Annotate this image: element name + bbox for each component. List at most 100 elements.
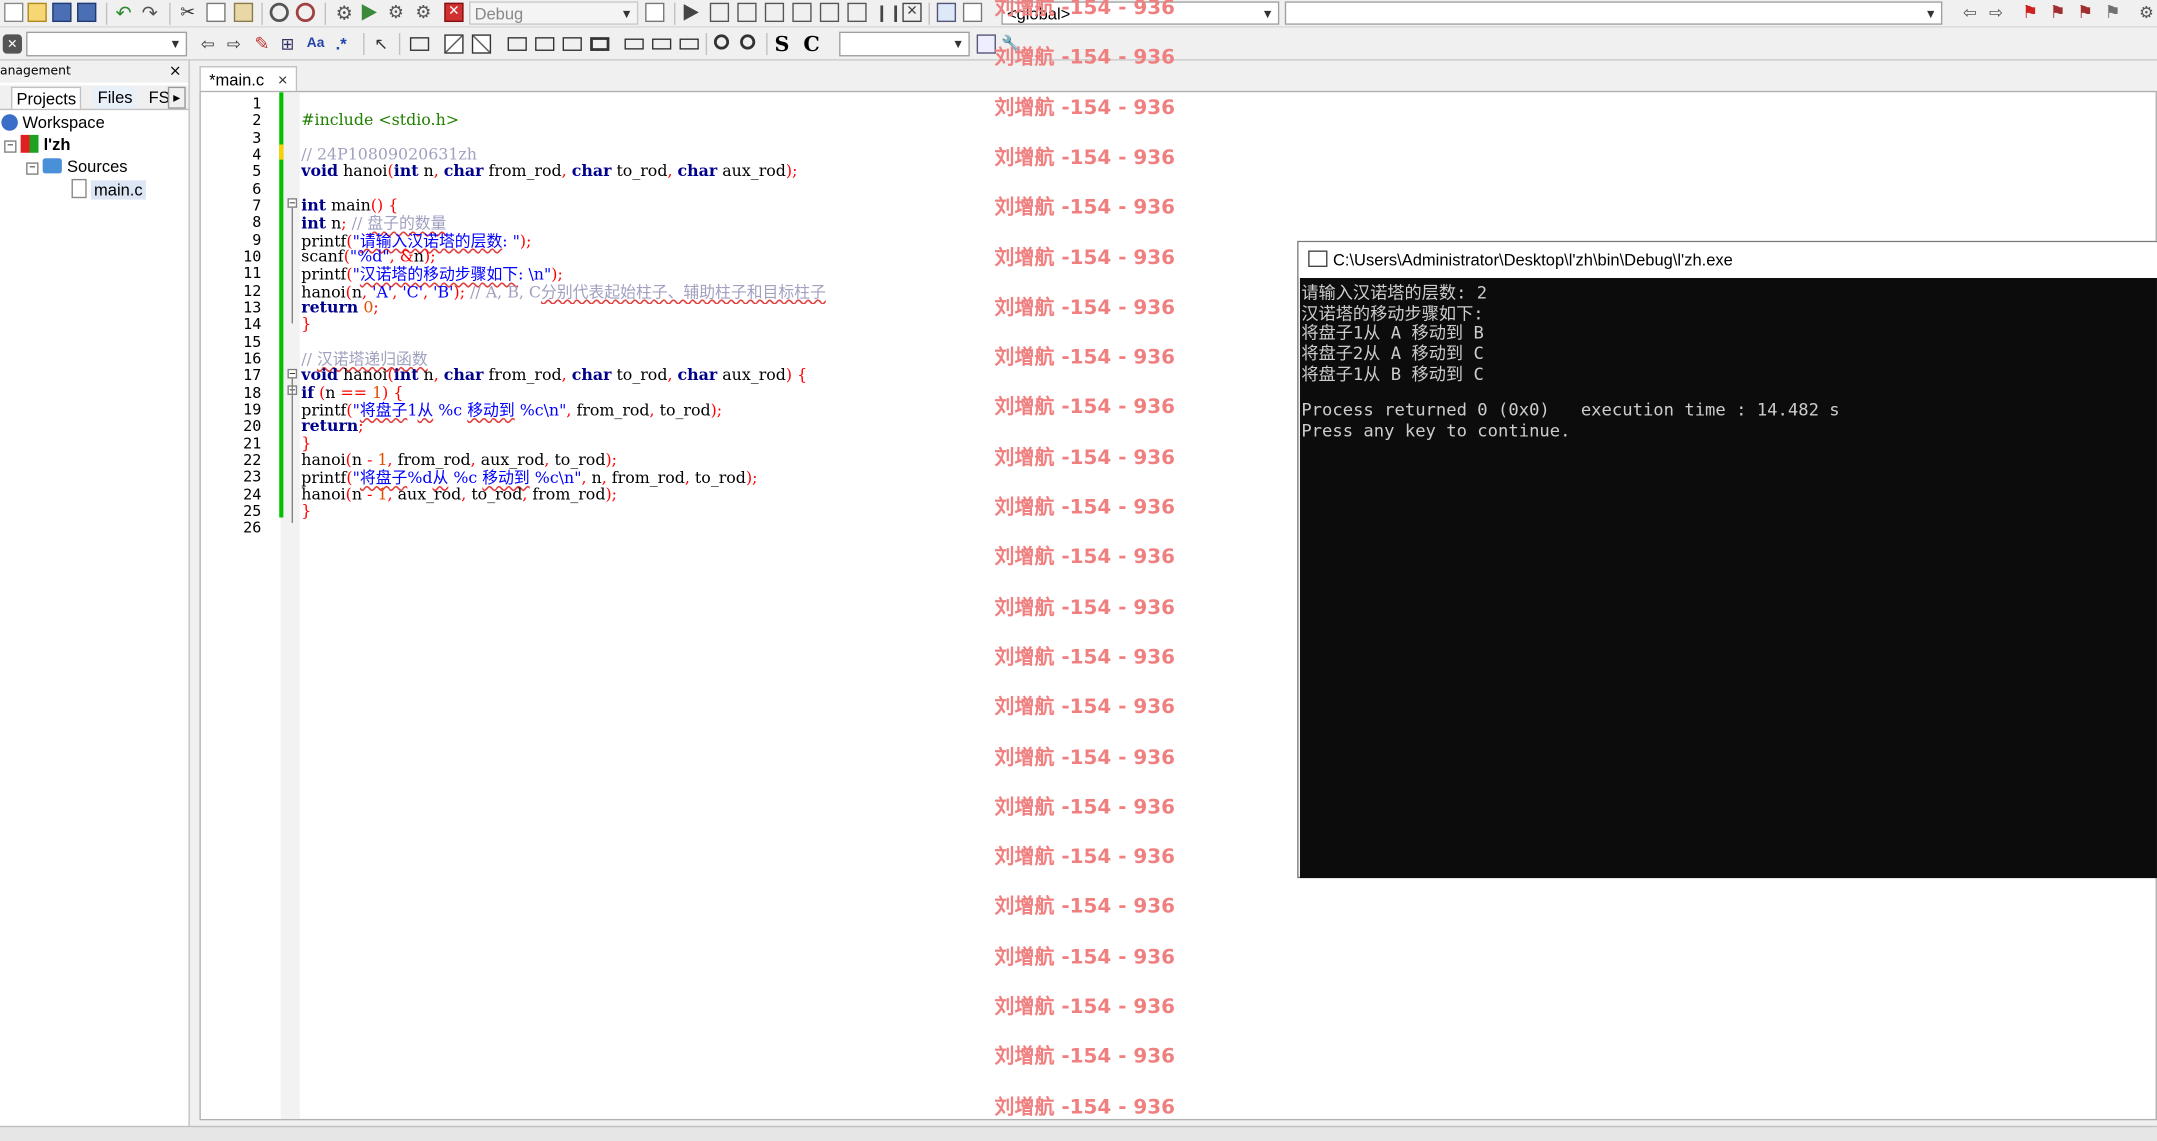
fold-main-icon[interactable]: − [287,197,298,209]
switch-icon[interactable] [471,34,492,54]
stop-debugger-icon[interactable]: ✕ [902,2,922,23]
console-line: Process returned 0 (0x0) execution time … [1301,399,1840,421]
line-number: 22 [243,451,262,470]
function-combo[interactable]: ▼ [1284,1,1943,25]
tab-projects[interactable]: Projects [11,86,82,109]
watermark-text: 刘增航 -154 - 936 [994,446,1176,469]
clear-search-icon[interactable]: ✕ [2,34,23,54]
search-combo[interactable]: ▼ [26,31,188,57]
debug-continue-icon[interactable] [683,4,699,21]
c-button[interactable]: C [803,34,822,55]
build-target-combo[interactable]: Debug ▼ [469,1,639,25]
find-previous-icon[interactable]: ⇦ [201,34,220,53]
line-number: 16 [243,349,262,368]
previous-bookmark-icon[interactable]: ⚑ [2050,2,2069,22]
zoom-in-icon[interactable] [713,34,730,50]
tree-project[interactable]: − l'zh [4,134,71,156]
fold-line [291,207,294,324]
select-combo[interactable]: ▼ [839,31,970,57]
paste-icon[interactable] [233,2,254,23]
run-icon[interactable] [361,4,377,21]
tab-files[interactable]: Files [93,86,137,109]
copy-icon[interactable] [206,2,226,23]
tree-project-label: l'zh [43,134,71,155]
console-window[interactable]: C:\Users\Administrator\Desktop\l'zh\bin\… [1297,240,2157,879]
tab-scroll-right-icon[interactable]: ▸ [167,86,186,109]
console-title-bar[interactable]: C:\Users\Administrator\Desktop\l'zh\bin\… [1298,242,2157,279]
close-icon[interactable]: × [278,70,288,89]
jump-forward-icon[interactable]: ⇨ [1989,3,2008,22]
break-icon[interactable] [624,38,644,50]
debug-windows-icon[interactable] [936,2,957,23]
run-to-cursor-icon[interactable] [709,2,730,23]
watermark-text: 刘增航 -154 - 936 [994,197,1176,220]
line-number: 8 [252,213,262,232]
various-info-icon[interactable] [962,2,983,23]
undo-icon[interactable]: ↶ [116,3,135,22]
tree-workspace[interactable]: Workspace [1,113,105,134]
cut-icon[interactable]: ✂ [180,2,199,22]
decision-icon[interactable] [444,34,464,54]
watermark-text: 刘增航 -154 - 936 [994,896,1176,919]
line-number: 7 [252,196,262,215]
step-out-icon[interactable] [792,2,812,23]
clear-bookmarks-icon[interactable]: ⚑ [2105,2,2124,22]
regex-icon[interactable]: .* [336,34,355,53]
next-line-icon[interactable] [737,2,757,23]
management-panel: anagement × Projects Files FS ▸ Workspac… [0,60,190,1141]
while-loop-icon[interactable] [562,37,582,51]
zoom-out-icon[interactable] [740,34,756,50]
save-all-icon[interactable] [77,2,97,23]
collapse-icon[interactable]: − [4,140,17,153]
return-icon[interactable] [679,38,699,50]
fold-line [291,378,294,523]
redo-icon[interactable]: ↷ [142,3,161,22]
change-bar-modified [279,144,284,160]
find-next-icon[interactable]: ⇨ [227,34,246,53]
fold-hanoi-icon[interactable]: − [287,368,298,379]
line-number-gutter: 1 2 3 4 5 6 7 8 9 10 11 12 13 14 15 16 17 18 19 20 21 22 23 24 2… [200,92,281,1119]
s-button-label: S [774,31,790,57]
open-file-icon[interactable] [27,2,47,23]
rebuild-icon[interactable]: ⚙ [415,2,434,22]
close-icon[interactable]: × [169,61,182,83]
do-while-icon[interactable] [590,37,610,51]
step-into-icon[interactable] [764,2,785,23]
tree-sources-folder[interactable]: − Sources [26,157,128,178]
highlight-pen-icon[interactable]: ✎ [254,34,273,53]
watermark-text: 刘增航 -154 - 936 [994,646,1176,669]
tab-main-c[interactable]: *main.c × [199,66,298,93]
code-line: hanoi(n, 'A', 'C', 'B'); // A, B, C分别代表起… [301,281,826,301]
selected-text-search-icon[interactable]: ⊞ [281,34,300,53]
jump-back-icon[interactable]: ⇦ [1963,3,1982,22]
search-doc-icon[interactable] [976,34,996,54]
continue-icon[interactable] [652,38,672,50]
toggle-bookmark-icon[interactable]: ⚑ [2022,2,2041,22]
s-button[interactable]: S [774,34,793,55]
tree-file-main-c[interactable]: main.c [71,178,146,200]
block-icon[interactable] [409,37,430,51]
line-number: 18 [243,383,262,402]
next-bookmark-icon[interactable]: ⚑ [2077,2,2096,22]
new-file-icon[interactable] [4,2,24,23]
save-icon[interactable] [52,2,72,23]
build-gear-icon[interactable]: ⚙ [336,3,355,22]
for-loop-icon[interactable] [535,37,555,51]
build-and-run-icon[interactable]: ⚙ [388,2,407,22]
collapse-icon[interactable]: − [26,162,39,175]
line-number: 9 [252,230,262,249]
next-instruction-icon[interactable] [819,2,840,23]
loop-icon[interactable] [507,37,527,51]
pause-icon[interactable]: ❙❙ [875,3,903,22]
replace-icon[interactable] [295,2,316,23]
find-icon[interactable] [269,2,289,23]
match-case-icon[interactable]: Aa [307,34,332,53]
line-number: 19 [243,400,262,419]
step-into-instruction-icon[interactable] [847,2,867,23]
select-cursor-icon[interactable]: ↖ [374,34,393,53]
abort-icon[interactable]: ✕ [444,2,464,23]
watermark-text: 刘增航 -154 - 936 [994,346,1176,369]
settings-gear-icon[interactable]: ⚙ [2139,3,2157,22]
line-number: 21 [243,434,262,453]
build-options-icon[interactable] [645,2,665,23]
